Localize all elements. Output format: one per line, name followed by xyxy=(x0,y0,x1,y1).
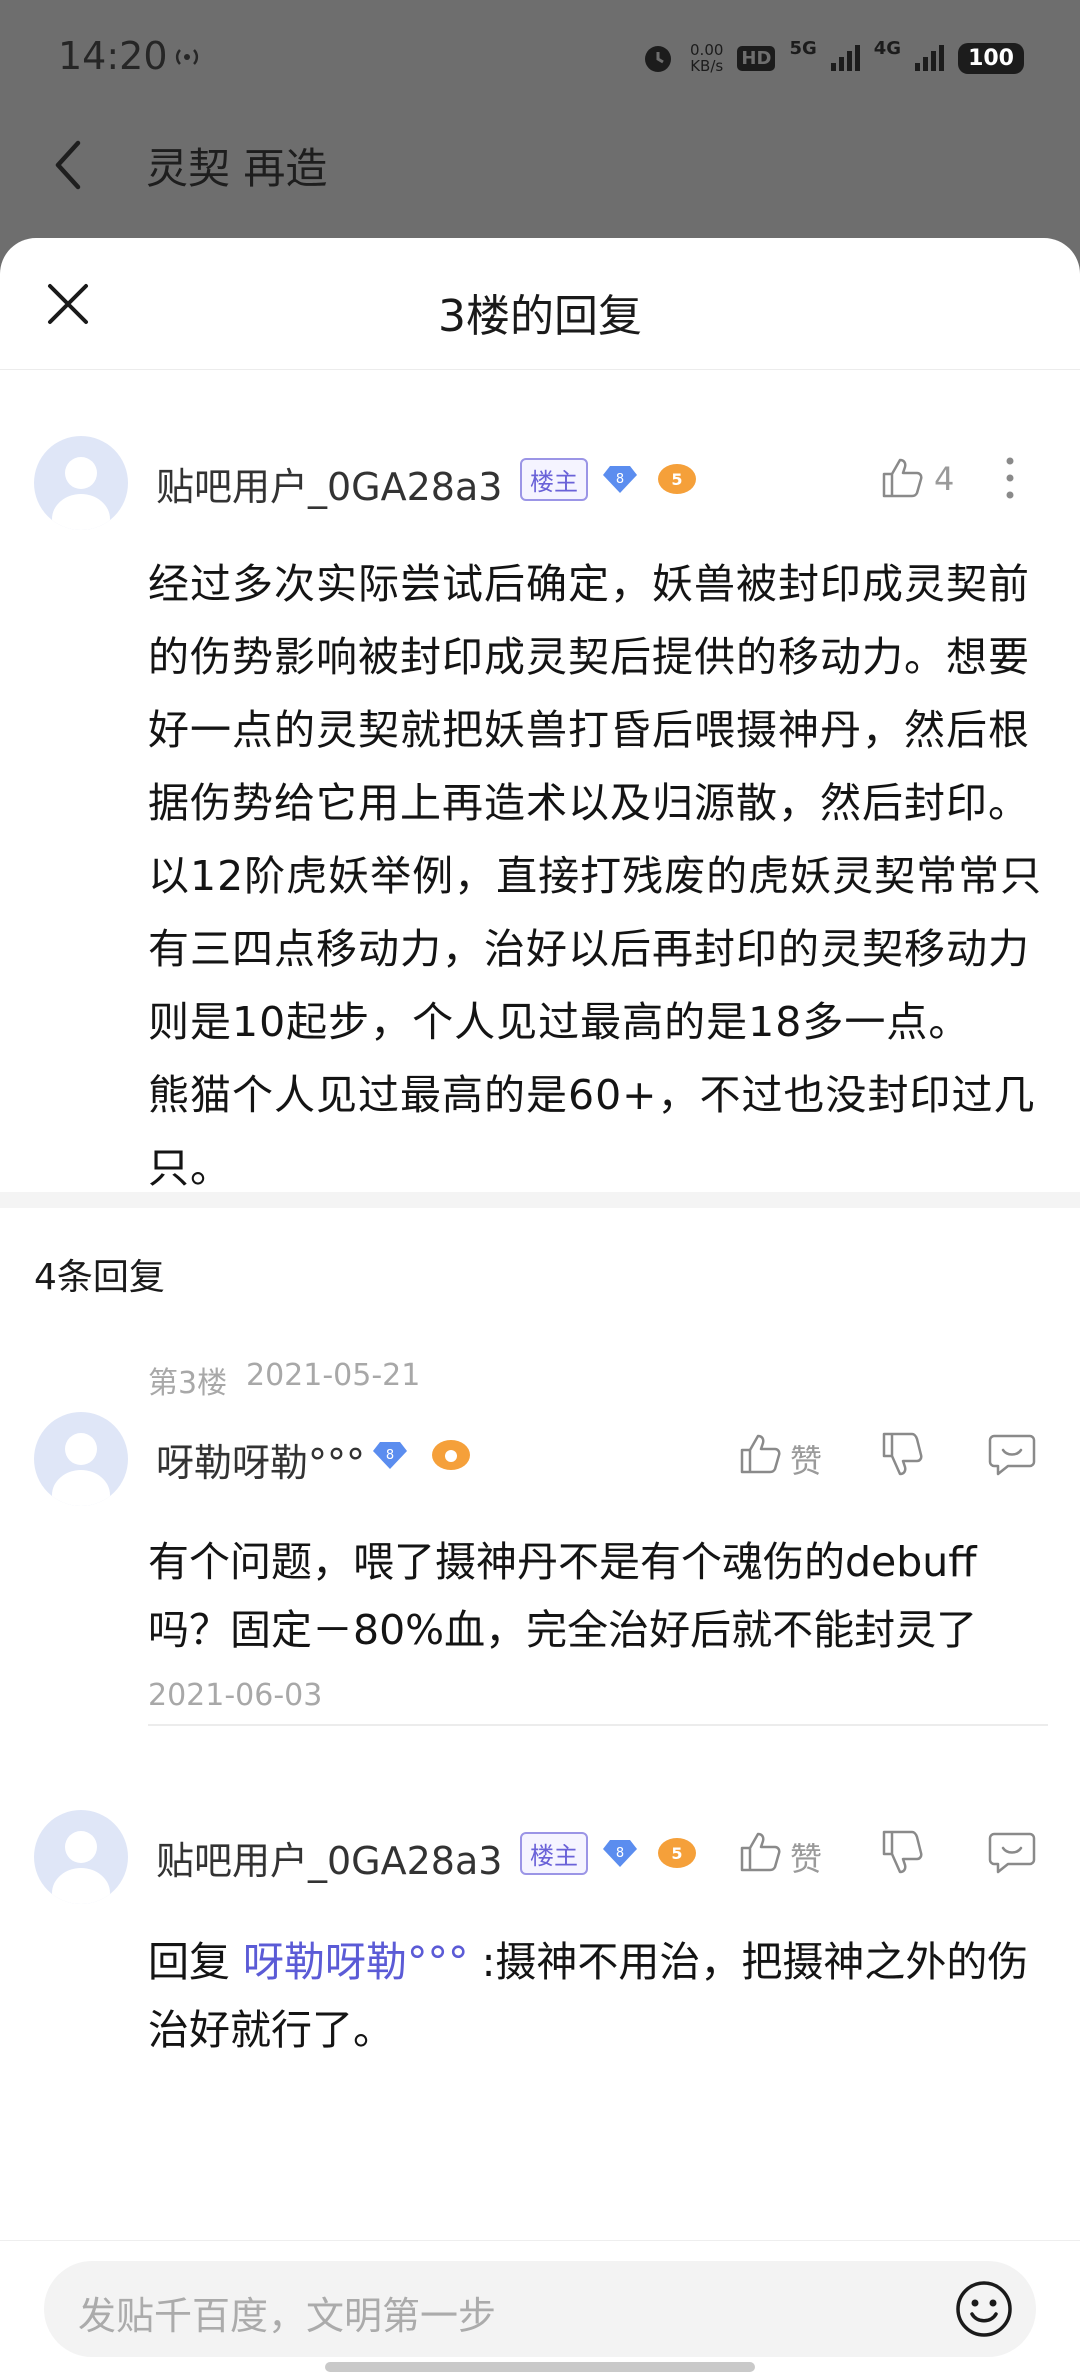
reply-username[interactable]: 贴吧用户_0GA28a3 xyxy=(156,1830,502,1885)
battery-indicator: 100 xyxy=(958,42,1024,74)
like-count: 4 xyxy=(934,460,955,498)
net-speed: 0.00 KB/s xyxy=(690,41,724,75)
alarm-icon xyxy=(645,46,672,72)
avatar[interactable] xyxy=(34,1810,128,1904)
comment-input[interactable]: 发贴千百度，文明第一步 xyxy=(44,2261,1036,2357)
input-placeholder: 发贴千百度，文明第一步 xyxy=(78,2294,497,2338)
signal-5g-icon xyxy=(830,45,860,71)
level-diamond-icon: 8 xyxy=(373,1442,407,1469)
op-badge: 楼主 xyxy=(520,458,588,501)
network-4g-label: 4G xyxy=(873,37,902,59)
post-paragraph: 熊猫个人见过最高的是60+，不过也没封印过几只。 xyxy=(148,1071,1036,1192)
dislike-icon[interactable] xyxy=(880,1430,924,1478)
level-diamond-icon: 8 xyxy=(603,466,637,493)
wireless-icon xyxy=(175,49,199,65)
svg-text:5: 5 xyxy=(671,1844,682,1863)
reply-prefix: 回复 xyxy=(148,1938,244,1986)
signal-4g-icon xyxy=(915,45,945,71)
status-indicators: 0.00 KB/s HD 5G 4G 100 xyxy=(640,34,1024,82)
avatar[interactable] xyxy=(34,436,128,530)
svg-text:8: 8 xyxy=(616,472,624,487)
mention-link[interactable]: 呀勒呀勒°°° xyxy=(243,1938,469,1986)
svg-text:8: 8 xyxy=(616,1846,624,1861)
fire-badge-icon: 5 xyxy=(658,1838,696,1868)
more-options-icon[interactable] xyxy=(1004,456,1016,500)
emoji-icon[interactable] xyxy=(954,2279,1014,2339)
reply-icon[interactable] xyxy=(988,1830,1036,1874)
reply-sheet: 3楼的回复 贴吧用户_0GA28a3 楼主 8 5 4 经过多次实际尝试后确定，… xyxy=(0,238,1080,2376)
status-bar: 14:20 0.00 KB/s HD 5G 4G 100 xyxy=(0,0,1080,115)
sheet-header: 3楼的回复 xyxy=(0,238,1080,370)
sheet-title: 3楼的回复 xyxy=(438,291,642,342)
like-icon[interactable] xyxy=(738,1432,782,1476)
level-diamond-icon: 8 xyxy=(603,1840,637,1867)
fire-badge-icon xyxy=(432,1440,470,1470)
reply-icon[interactable] xyxy=(988,1432,1036,1476)
comment-bar: 发贴千百度，文明第一步 xyxy=(0,2240,1080,2376)
reply-content: 有个问题，喂了摄神丹不是有个魂伤的debuff吗？固定－80%血，完全治好后就不… xyxy=(148,1538,978,1654)
reply-count-label: 4条回复 xyxy=(34,1257,165,1298)
like-icon[interactable] xyxy=(738,1830,782,1874)
post-paragraph: 经过多次实际尝试后确定，妖兽被封印成灵契前的伤势影响被封印成灵契后提供的移动力。… xyxy=(148,560,1030,827)
post-username[interactable]: 贴吧用户_0GA28a3 xyxy=(156,456,502,511)
reply-divider xyxy=(148,1724,1048,1726)
avatar[interactable] xyxy=(34,1412,128,1506)
reply-content: 回复 呀勒呀勒°°° :摄神不用治，把摄神之外的伤治好就行了。 xyxy=(148,1928,1048,2064)
svg-text:8: 8 xyxy=(386,1448,394,1463)
like-label[interactable]: 赞 xyxy=(790,1436,822,1482)
status-time: 14:20 xyxy=(58,34,168,78)
svg-text:5: 5 xyxy=(671,470,682,489)
op-badge: 楼主 xyxy=(520,1832,588,1875)
dislike-icon[interactable] xyxy=(880,1828,924,1876)
reply-username[interactable]: 呀勒呀勒°°° xyxy=(156,1432,365,1487)
post-paragraph: 以12阶虎妖举例，直接打残废的虎妖灵契常常只有三四点移动力，治好以后再封印的灵契… xyxy=(148,852,1043,1046)
post-date: 2021-05-21 xyxy=(246,1358,421,1393)
network-5g-label: 5G xyxy=(789,37,817,59)
fire-badge-icon: 5 xyxy=(658,464,696,494)
back-arrow-icon[interactable] xyxy=(48,135,88,195)
section-divider xyxy=(0,1192,1080,1208)
like-icon[interactable] xyxy=(880,456,924,500)
background-page-title: 灵契 再造 xyxy=(146,144,328,193)
hd-badge: HD xyxy=(737,45,776,71)
reply-date: 2021-06-03 xyxy=(148,1678,323,1713)
post-content: 经过多次实际尝试后确定，妖兽被封印成灵契前的伤势影响被封印成灵契后提供的移动力。… xyxy=(148,548,1048,1205)
post-floor: 第3楼 xyxy=(148,1366,228,1401)
like-label[interactable]: 赞 xyxy=(790,1834,822,1880)
home-indicator xyxy=(325,2362,755,2372)
